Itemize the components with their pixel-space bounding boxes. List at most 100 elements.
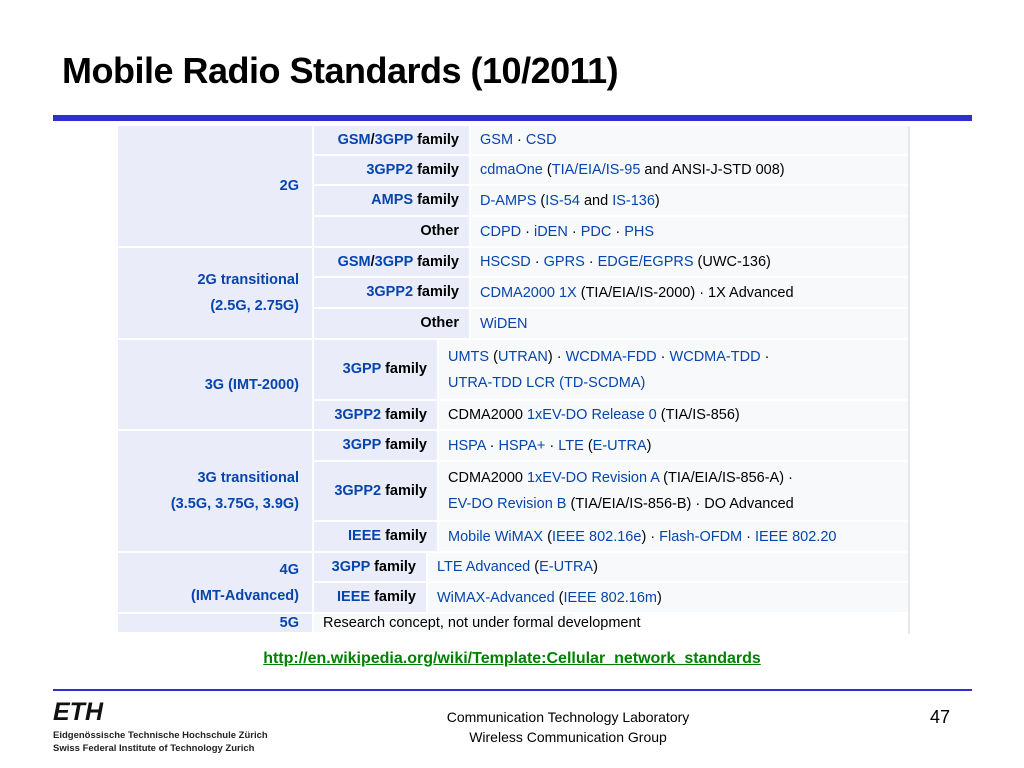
- value-cell: WiMAX-Advanced (IEEE 802.16m): [428, 583, 908, 612]
- generation-label[interactable]: (3.5G, 3.75G, 3.9G): [171, 491, 299, 517]
- wiki-link[interactable]: GPRS: [544, 254, 585, 270]
- wiki-link[interactable]: Mobile WiMAX: [448, 529, 543, 545]
- family-cell: 3GPP family: [314, 553, 426, 581]
- wiki-link[interactable]: 3GPP: [343, 437, 381, 453]
- family-cell: Other: [314, 309, 469, 338]
- generation-cell: 2G: [118, 126, 312, 246]
- wiki-link[interactable]: 3GPP2: [366, 162, 413, 178]
- cell-text: CDMA2000: [448, 470, 527, 486]
- wiki-link[interactable]: CSD: [526, 132, 557, 148]
- cell-text: family: [413, 192, 459, 208]
- wiki-link[interactable]: UTRAN: [498, 349, 548, 365]
- value-line: WiMAX-Advanced (IEEE 802.16m): [437, 585, 908, 611]
- cell-text: family: [381, 406, 427, 423]
- wiki-link[interactable]: LTE Advanced: [437, 559, 530, 575]
- generation-label[interactable]: 5G: [280, 610, 299, 636]
- wiki-link[interactable]: IEEE: [337, 589, 370, 605]
- wiki-link[interactable]: LTE: [558, 438, 584, 454]
- wiki-link[interactable]: iDEN: [534, 224, 568, 240]
- wiki-link[interactable]: IS-54: [545, 193, 580, 209]
- wiki-link[interactable]: UTRA-TDD LCR (TD-SCDMA): [448, 375, 645, 391]
- wiki-link[interactable]: 1xEV-DO Release 0: [527, 407, 657, 423]
- wiki-link[interactable]: cdmaOne: [480, 162, 543, 178]
- wiki-link[interactable]: IEEE 802.20: [755, 529, 836, 545]
- wiki-link[interactable]: 3GPP2: [366, 284, 413, 300]
- wiki-link[interactable]: WCDMA-TDD: [670, 349, 761, 365]
- cell-text: ·: [656, 348, 670, 365]
- cell-text: family: [381, 482, 427, 499]
- value-cell: GSM · CSD: [471, 126, 908, 154]
- family-label: 3GPP family: [332, 559, 416, 576]
- family-label: Other: [420, 223, 459, 240]
- wiki-link[interactable]: GSM: [338, 254, 371, 270]
- wiki-link[interactable]: PHS: [624, 224, 654, 240]
- wiki-link[interactable]: D-AMPS: [480, 193, 536, 209]
- family-cell: 3GPP2 family: [314, 278, 469, 307]
- wiki-link[interactable]: 3GPP: [332, 559, 370, 575]
- generation-cell: 3G (IMT-2000): [118, 340, 312, 429]
- wiki-link[interactable]: GSM: [338, 132, 371, 148]
- wiki-link[interactable]: EV-DO Revision B: [448, 496, 566, 512]
- cell-text: family: [381, 361, 427, 377]
- wiki-link[interactable]: 3GPP2: [334, 483, 381, 499]
- cell-text: (TIA/EIA/IS-2000) · 1X Advanced: [576, 284, 794, 301]
- wiki-link[interactable]: E-UTRA: [593, 438, 647, 454]
- value-cell: Mobile WiMAX (IEEE 802.16e) · Flash-OFDM…: [439, 522, 908, 551]
- generation-label[interactable]: 3G transitional: [197, 465, 299, 491]
- value-line: CDMA2000 1xEV-DO Revision A (TIA/EIA/IS-…: [448, 465, 908, 491]
- family-cell: GSM/3GPP family: [314, 248, 469, 276]
- wiki-link[interactable]: UMTS: [448, 349, 489, 365]
- group-name: Wireless Communication Group: [469, 729, 667, 745]
- eth-logo-icon: ETH: [53, 700, 104, 722]
- family-label: 3GPP2 family: [366, 284, 459, 301]
- cell-text: and: [579, 192, 613, 209]
- family-cell: 3GPP2 family: [314, 401, 437, 429]
- value-cell: CDMA2000 1xEV-DO Revision A (TIA/EIA/IS-…: [439, 462, 908, 520]
- lab-name: Communication Technology Laboratory: [446, 709, 690, 725]
- family-cell: IEEE family: [314, 583, 426, 612]
- wiki-link[interactable]: HSPA: [448, 438, 486, 454]
- wiki-link[interactable]: TIA/EIA/IS-95: [552, 162, 641, 178]
- generation-label[interactable]: (IMT-Advanced): [191, 583, 299, 609]
- wiki-link[interactable]: IEEE: [348, 528, 381, 544]
- generation-label[interactable]: 2G transitional: [197, 267, 299, 293]
- cell-text: ·: [611, 223, 625, 240]
- cell-text: ) ·: [547, 348, 566, 365]
- family-label: 3GPP2 family: [334, 407, 427, 424]
- generation-label[interactable]: 4G: [280, 557, 299, 583]
- wiki-link[interactable]: EDGE/EGPRS: [598, 254, 694, 270]
- wiki-link[interactable]: 3GPP2: [334, 407, 381, 423]
- wiki-link[interactable]: GSM: [480, 132, 513, 148]
- value-cell: HSPA · HSPA+ · LTE (E-UTRA): [439, 431, 908, 460]
- wiki-link[interactable]: E-UTRA: [539, 559, 593, 575]
- wiki-link[interactable]: PDC: [581, 224, 612, 240]
- wiki-link[interactable]: IEEE 802.16m: [564, 590, 658, 606]
- family-label: Other: [420, 315, 459, 332]
- generation-label[interactable]: 2G: [280, 173, 299, 199]
- wiki-link[interactable]: Flash-OFDM: [659, 529, 742, 545]
- family-label: AMPS family: [371, 192, 459, 209]
- cell-text: ): [646, 437, 652, 454]
- source-link[interactable]: http://en.wikipedia.org/wiki/Template:Ce…: [0, 650, 1024, 668]
- wiki-link[interactable]: 3GPP: [375, 132, 413, 148]
- wiki-link[interactable]: 1xEV-DO Revision A: [527, 470, 659, 486]
- wiki-link[interactable]: IS-136: [612, 193, 655, 209]
- value-cell: UMTS (UTRAN) · WCDMA-FDD · WCDMA-TDD · UT…: [439, 340, 908, 399]
- generation-cell: 3G transitional (3.5G, 3.75G, 3.9G): [118, 431, 312, 551]
- value-cell: cdmaOne (TIA/EIA/IS-95 and ANSI-J-STD 00…: [471, 156, 908, 184]
- wiki-link[interactable]: 3GPP: [375, 254, 413, 270]
- wiki-link[interactable]: WCDMA-FDD: [566, 349, 657, 365]
- wiki-link[interactable]: HSCSD: [480, 254, 531, 270]
- wiki-link[interactable]: CDMA2000 1X: [480, 285, 577, 301]
- family-cell: AMPS family: [314, 186, 469, 215]
- wiki-link[interactable]: CDPD: [480, 224, 521, 240]
- wiki-link[interactable]: AMPS: [371, 192, 413, 208]
- wiki-link[interactable]: WiDEN: [480, 316, 528, 332]
- cell-text: family: [381, 437, 427, 453]
- generation-label[interactable]: 3G (IMT-2000): [205, 372, 299, 398]
- wiki-link[interactable]: 3GPP: [343, 361, 381, 377]
- wiki-link[interactable]: IEEE 802.16e: [552, 529, 642, 545]
- wiki-link[interactable]: HSPA+: [499, 438, 546, 454]
- wiki-link[interactable]: WiMAX-Advanced: [437, 590, 555, 606]
- generation-label[interactable]: (2.5G, 2.75G): [210, 293, 299, 319]
